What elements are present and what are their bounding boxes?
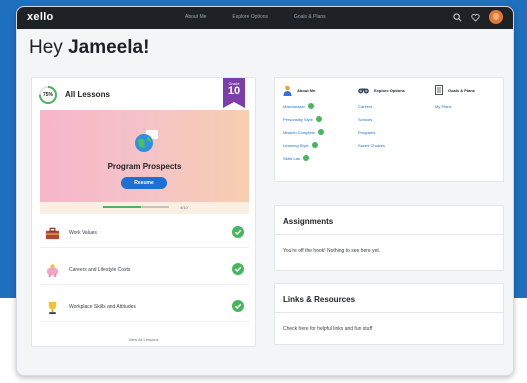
complete-dot-icon xyxy=(317,129,324,135)
divider xyxy=(275,234,503,235)
lesson-item[interactable]: Careers and Lifestyle Costs xyxy=(40,255,249,285)
links-resources-card: Links & Resources Check here for helpful… xyxy=(274,283,504,345)
check-icon xyxy=(232,300,244,312)
top-nav: xello About Me Explore Options Goals & P… xyxy=(17,7,513,29)
notebook-icon xyxy=(435,85,443,95)
about-item-label: Learning Style xyxy=(283,142,309,148)
featured-lesson[interactable]: Program Prospects Resume 4/10 xyxy=(40,110,249,214)
links-resources-message: Check here for helpful links and fun stu… xyxy=(283,326,373,332)
complete-dot-icon xyxy=(308,103,315,109)
lesson-item[interactable]: Workplace Skills and Attitudes xyxy=(40,292,249,322)
nav-goals-plans[interactable]: Goals & Plans xyxy=(294,14,326,20)
featured-lesson-footer xyxy=(40,202,249,214)
about-item-label: Mission Complete xyxy=(283,129,315,135)
grade-number: 10 xyxy=(227,85,241,97)
resume-button[interactable]: Resume xyxy=(121,177,167,189)
about-item-label: Matchmaker xyxy=(283,103,306,109)
about-me-heading-label: About Me xyxy=(297,87,316,93)
featured-step-count: 4/10 xyxy=(180,205,188,210)
about-item-label: Skills Lab xyxy=(283,155,301,161)
user-avatar[interactable] xyxy=(489,10,503,24)
featured-lesson-title: Program Prospects xyxy=(107,162,182,171)
about-item-mission-complete[interactable]: Mission Complete xyxy=(283,129,324,135)
greeting: Hey Jameela! xyxy=(29,37,149,59)
about-item-personality-style[interactable]: Personality Style xyxy=(283,116,324,122)
check-icon xyxy=(232,263,244,275)
explore-item-label: Programs xyxy=(358,129,376,135)
nav-links: About Me Explore Options Goals & Plans xyxy=(185,14,326,20)
greeting-name: Jameela! xyxy=(68,37,150,58)
assignments-title: Assignments xyxy=(283,217,334,226)
check-icon xyxy=(232,226,244,238)
xello-logo[interactable]: xello xyxy=(27,11,54,23)
assignments-card: Assignments You're off the hook! Nothing… xyxy=(274,205,504,271)
explore-item-schools[interactable]: Schools xyxy=(358,116,405,122)
lesson-item[interactable]: Work Values xyxy=(40,218,249,248)
about-item-matchmaker[interactable]: Matchmaker xyxy=(283,103,324,109)
goals-plans-heading-label: Goals & Plans xyxy=(448,87,475,93)
complete-dot-icon xyxy=(303,155,310,161)
explore-options-column: Explore Options Careers Schools Programs… xyxy=(358,84,405,148)
lessons-title: All Lessons xyxy=(65,90,110,99)
about-item-learning-style[interactable]: Learning Style xyxy=(283,142,324,148)
grade-badge: Grade 10 xyxy=(223,78,245,108)
links-resources-title: Links & Resources xyxy=(283,295,356,304)
divider xyxy=(275,312,503,313)
lesson-label: Workplace Skills and Attitudes xyxy=(69,304,136,310)
about-me-heading[interactable]: About Me xyxy=(283,84,324,96)
complete-dot-icon xyxy=(315,116,322,122)
explore-options-heading-label: Explore Options xyxy=(374,87,405,93)
explore-item-programs[interactable]: Programs xyxy=(358,129,405,135)
globe-icon xyxy=(135,130,158,152)
featured-progress-fill xyxy=(103,206,141,208)
about-item-label: Personality Style xyxy=(283,116,313,122)
lessons-card: 75% All Lessons Grade 10 Program Prospec… xyxy=(31,77,256,347)
explore-item-careers[interactable]: Careers xyxy=(358,103,405,109)
assignments-empty-message: You're off the hook! Nothing to see here… xyxy=(283,248,381,254)
explore-item-label: Saved Choices xyxy=(358,142,385,148)
person-icon xyxy=(283,85,292,96)
piggy-bank-icon xyxy=(46,264,59,278)
lessons-progress-label: 75% xyxy=(42,92,53,98)
briefcase-icon xyxy=(45,227,60,240)
complete-dot-icon xyxy=(311,142,318,148)
trophy-icon xyxy=(48,301,57,315)
explore-item-label: Careers xyxy=(358,103,373,109)
nav-icons xyxy=(453,10,503,24)
goals-item-label: My Plans xyxy=(435,103,452,109)
heart-icon[interactable] xyxy=(471,13,480,22)
goals-item-my-plans[interactable]: My Plans xyxy=(435,103,475,109)
app-window: xello About Me Explore Options Goals & P… xyxy=(16,6,514,376)
lesson-label: Careers and Lifestyle Costs xyxy=(69,267,131,273)
lesson-label: Work Values xyxy=(69,230,97,236)
profile-overview-card: About Me Matchmaker Personality Style Mi… xyxy=(274,77,504,182)
goals-plans-heading[interactable]: Goals & Plans xyxy=(435,84,475,96)
explore-item-label: Schools xyxy=(358,116,373,122)
explore-options-heading[interactable]: Explore Options xyxy=(358,84,405,96)
explore-item-saved-choices[interactable]: Saved Choices xyxy=(358,142,405,148)
binoculars-icon xyxy=(358,88,369,94)
view-all-lessons-link[interactable]: View All Lessons xyxy=(32,337,255,342)
goals-plans-column: Goals & Plans My Plans xyxy=(435,84,475,109)
featured-progress-track xyxy=(141,206,169,208)
nav-explore-options[interactable]: Explore Options xyxy=(232,14,268,20)
nav-about-me[interactable]: About Me xyxy=(185,14,206,20)
about-item-skills-lab[interactable]: Skills Lab xyxy=(283,155,324,161)
about-me-column: About Me Matchmaker Personality Style Mi… xyxy=(283,84,324,161)
search-icon[interactable] xyxy=(453,12,462,22)
greeting-prefix: Hey xyxy=(29,37,69,58)
